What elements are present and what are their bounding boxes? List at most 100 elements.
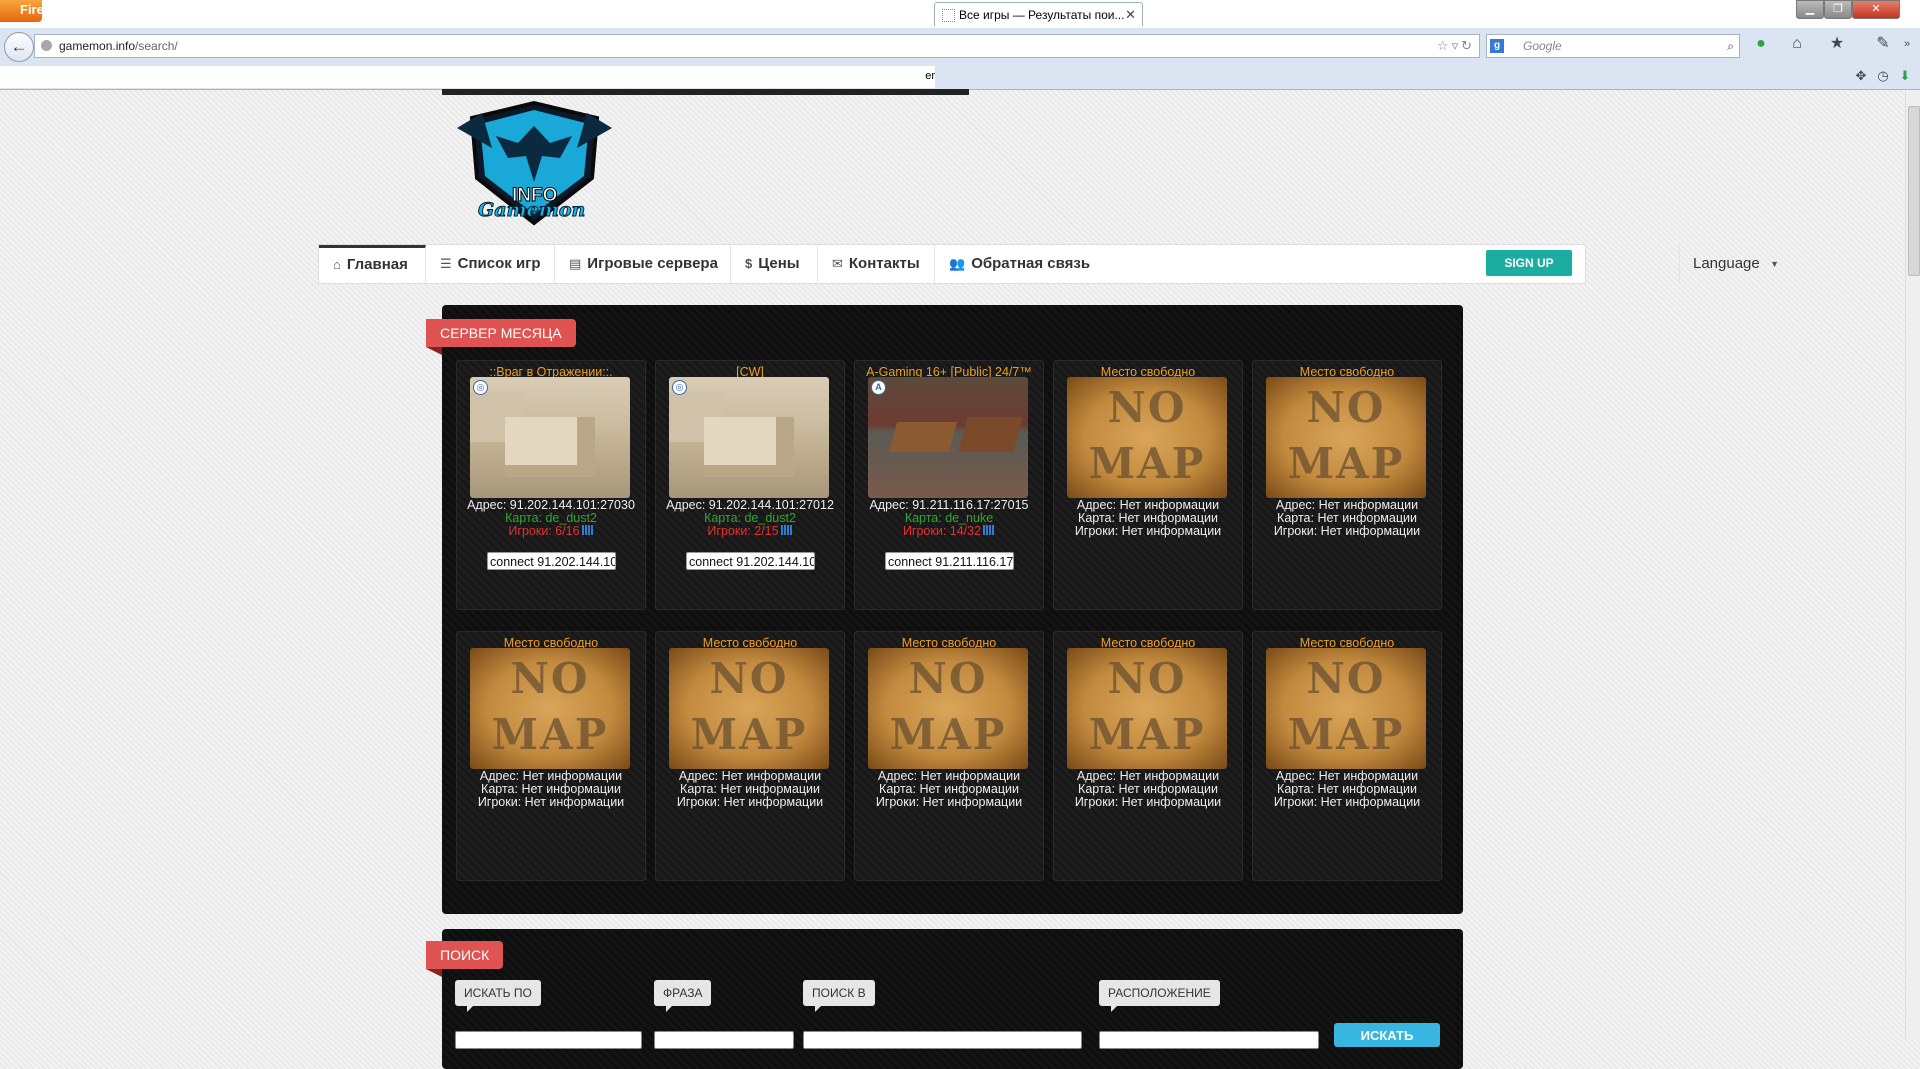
url-path: /search/ xyxy=(135,39,178,53)
search-by-label: ИСКАТЬ ПО xyxy=(455,980,541,1012)
no-map-text: NO xyxy=(908,654,988,703)
server-players-text: Игроки: 2/15 xyxy=(707,524,779,538)
bookmark-item[interactable]: er xyxy=(925,66,935,86)
header-line xyxy=(442,89,969,95)
url-dropdown-icon[interactable]: ▿ xyxy=(1452,38,1462,53)
url-tools: ☆▿↻ xyxy=(1437,35,1475,57)
empty-server-slot[interactable]: Место свободно NO MAP Адрес: Нет информации… xyxy=(1252,631,1442,881)
server-info: Адрес: Нет информации Карта: Нет информац… xyxy=(1253,770,1441,809)
search-engine-icon[interactable]: g xyxy=(1490,39,1504,53)
signup-button[interactable]: SIGN UP xyxy=(1486,250,1572,276)
firefox-menu-button[interactable]: Firefox xyxy=(0,0,42,22)
title-bar: Firefox Все игры — Результаты пои... ✕ ▁… xyxy=(0,0,1920,28)
nav-feedback[interactable]: 👥 Обратная связь xyxy=(935,245,1090,283)
page-scrollbar[interactable] xyxy=(1905,90,1920,1040)
search-icon[interactable]: ⌕ xyxy=(1727,35,1734,57)
no-map-text: MAP xyxy=(889,710,1007,759)
empty-server-slot[interactable]: Место свободно NO MAP Адрес: Нет информации… xyxy=(1053,631,1243,881)
home-icon: ⌂ xyxy=(333,257,341,272)
map-preview-image: A xyxy=(868,377,1028,498)
nav-game-servers[interactable]: ▤ Игровые сервера xyxy=(555,245,731,283)
signal-bars-icon xyxy=(780,525,793,535)
browser-chrome: Firefox Все игры — Результаты пои... ✕ ▁… xyxy=(0,0,1920,90)
bookmark-star-icon[interactable]: ☆ xyxy=(1437,38,1452,53)
no-map-image: NO MAP xyxy=(868,648,1028,769)
search-placeholder: Google xyxy=(1523,39,1562,53)
nav-feedback-label: Обратная связь xyxy=(971,255,1091,272)
maximize-icon[interactable]: ❐ xyxy=(1824,0,1852,19)
search-bar[interactable]: g Google ⌕ xyxy=(1486,34,1740,58)
download-icon[interactable]: ⬇ xyxy=(1896,67,1914,85)
nav-contacts[interactable]: ✉ Контакты xyxy=(818,245,935,283)
minimize-icon[interactable]: ▁ xyxy=(1796,0,1824,19)
server-card[interactable]: [CW] ◎ Адрес: 91.202.144.101:27012 Карта: d… xyxy=(655,360,845,610)
connect-command-field[interactable]: connect 91.202.144.101:27012 xyxy=(686,552,815,570)
main-navigation: ⌂ Главная ☰ Список игр ▤ Игровые сервера $ Ц… xyxy=(318,244,1779,284)
site-logo[interactable]: INFO Gamemon xyxy=(452,98,617,228)
no-map-image: NO MAP xyxy=(470,648,630,769)
addon-green-icon[interactable]: ● xyxy=(1750,33,1772,55)
tools-icon[interactable]: ✎ xyxy=(1872,33,1894,55)
empty-server-slot[interactable]: Место свободно NO MAP Адрес: Нет информации… xyxy=(655,631,845,881)
no-map-text: NO xyxy=(510,654,590,703)
location-select[interactable] xyxy=(1099,1031,1319,1049)
search-by-select[interactable] xyxy=(455,1031,642,1049)
list-icon: ☰ xyxy=(440,256,452,271)
language-select[interactable]: Language ▼ xyxy=(1679,245,1791,283)
connect-command-field[interactable]: connect 91.202.144.101:27030 xyxy=(487,552,616,570)
server-players: Игроки: Нет информации xyxy=(1074,795,1222,809)
nav-games-list[interactable]: ☰ Список игр xyxy=(426,245,555,283)
close-tab-icon[interactable]: ✕ xyxy=(1125,3,1136,26)
scrollbar-thumb[interactable] xyxy=(1908,106,1920,276)
server-players: Игроки: 2/15 xyxy=(656,525,844,538)
search-button[interactable]: ИСКАТЬ xyxy=(1334,1023,1440,1047)
nav-home-label: Главная xyxy=(346,256,408,273)
server-card[interactable]: ::Враг в Отражении::. ◎ Адрес: 91.202.144.… xyxy=(456,360,646,610)
empty-server-slot[interactable]: Место свободно NO MAP Адрес: Нет информации… xyxy=(1252,360,1442,610)
table-icon: ▤ xyxy=(569,256,582,271)
no-map-text: NO xyxy=(1306,383,1386,432)
home-icon[interactable]: ⌂ xyxy=(1786,33,1808,55)
phrase-label: ФРАЗА xyxy=(654,980,712,1012)
nav-prices[interactable]: $ Цены xyxy=(731,245,818,283)
no-map-image: NO MAP xyxy=(1067,377,1227,498)
nav-home[interactable]: ⌂ Главная xyxy=(319,245,426,283)
signal-bars-icon xyxy=(581,525,594,535)
server-info: Адрес: Нет информации Карта: Нет информац… xyxy=(656,770,844,809)
svg-text:Gamemon: Gamemon xyxy=(478,199,585,221)
no-map-text: MAP xyxy=(1287,439,1405,488)
no-map-text: MAP xyxy=(690,710,808,759)
empty-server-slot[interactable]: Место свободно NO MAP Адрес: Нет информации… xyxy=(456,631,646,881)
server-info: Адрес: Нет информации Карта: Нет информац… xyxy=(457,770,645,809)
game-logo-icon: A xyxy=(871,380,886,395)
envelope-icon: ✉ xyxy=(832,256,843,271)
back-button[interactable]: ← xyxy=(4,32,34,62)
no-map-image: NO MAP xyxy=(1067,648,1227,769)
history-icon[interactable]: ◷ xyxy=(1874,67,1892,85)
url-host: gamemon.info xyxy=(59,39,136,53)
move-icon[interactable]: ✥ xyxy=(1852,67,1870,85)
no-map-image: NO MAP xyxy=(1266,377,1426,498)
server-info: Адрес: 91.202.144.101:27012 Карта: de_dus… xyxy=(656,499,844,538)
server-info: Адрес: Нет информации Карта: Нет информац… xyxy=(855,770,1043,809)
server-card[interactable]: A-Gaming 16+ [Public] 24/7™ A Адрес: 91.21… xyxy=(854,360,1044,610)
page-favicon-icon xyxy=(942,9,955,22)
close-window-icon[interactable]: ✕ xyxy=(1852,0,1900,19)
phrase-input[interactable] xyxy=(654,1031,794,1049)
server-info: Адрес: Нет информации Карта: Нет информац… xyxy=(1253,499,1441,538)
site-identity-icon[interactable] xyxy=(41,40,52,51)
tab-title: Все игры — Результаты пои... xyxy=(959,8,1125,22)
connect-command-field[interactable]: connect 91.211.116.17:27015 xyxy=(885,552,1014,570)
bookmarks-menu-icon[interactable]: ★ xyxy=(1826,33,1848,55)
server-players: Игроки: 14/32 xyxy=(855,525,1043,538)
search-in-select[interactable] xyxy=(803,1031,1082,1049)
url-bar[interactable]: gamemon.info/search/ ☆▿↻ xyxy=(34,34,1480,58)
reload-icon[interactable]: ↻ xyxy=(1461,38,1475,53)
empty-server-slot[interactable]: Место свободно NO MAP Адрес: Нет информации… xyxy=(1053,360,1243,610)
overflow-chevron-icon[interactable]: » xyxy=(1896,33,1918,55)
no-map-image: NO MAP xyxy=(1266,648,1426,769)
browser-tab[interactable]: Все игры — Результаты пои... ✕ xyxy=(934,2,1143,26)
empty-server-slot[interactable]: Место свободно NO MAP Адрес: Нет информации… xyxy=(854,631,1044,881)
nav-contacts-label: Контакты xyxy=(848,255,920,272)
nav-games-list-label: Список игр xyxy=(457,255,541,272)
